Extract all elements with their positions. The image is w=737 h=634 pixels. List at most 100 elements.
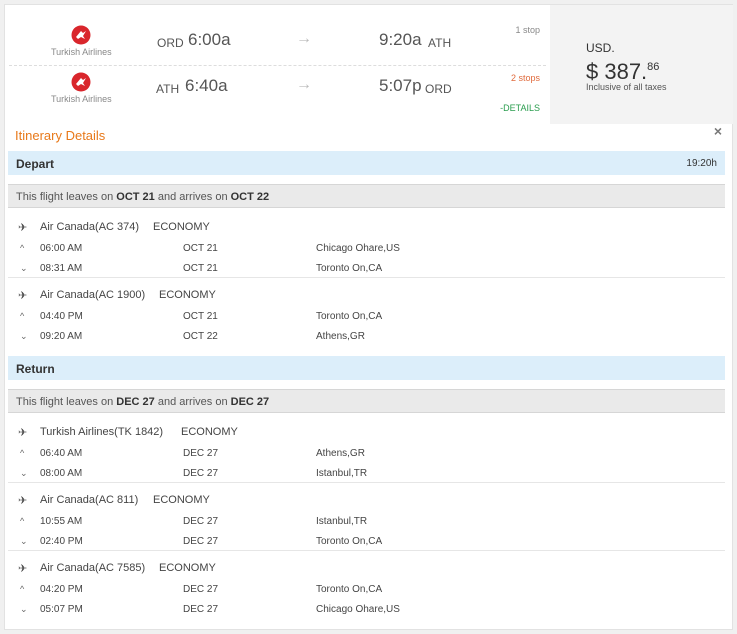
return-leaves-info: This flight leaves on DEC 27 and arrives… xyxy=(8,389,725,413)
segment-arrival-row: ⌄ 08:00 AM DEC 27 Istanbul,TR xyxy=(8,468,725,482)
dep-date: OCT 21 xyxy=(183,311,218,322)
caret-up-icon: ^ xyxy=(20,516,25,526)
dep-time: 04:20 PM xyxy=(40,584,83,595)
segment-carrier: Air Canada(AC 374) xyxy=(40,221,140,233)
leaves-date: OCT 21 xyxy=(116,191,155,203)
arr-city: Istanbul,TR xyxy=(316,468,368,479)
arr-date: OCT 22 xyxy=(183,331,218,342)
arr-city: Athens,GR xyxy=(316,331,365,342)
segment-carrier: Air Canada(AC 7585) xyxy=(40,562,146,574)
arrives-mid: and arrives on xyxy=(154,396,231,408)
section-label: Depart xyxy=(16,157,55,171)
dep-city: Chicago Ohare,US xyxy=(316,243,400,254)
stops-count: 2 stops xyxy=(510,73,540,83)
flight-result-card: Turkish Airlines ORD 6:00a → 9:20a ATH 1… xyxy=(4,4,733,630)
price-box: USD. $ 387.86 Inclusive of all taxes xyxy=(550,5,733,124)
itinerary-title: Itinerary Details xyxy=(15,128,106,143)
plane-icon: ✈ xyxy=(18,563,28,575)
segment-arrival-row: ⌄ 08:31 AM OCT 21 Toronto On,CA xyxy=(8,263,725,277)
plane-icon: ✈ xyxy=(18,427,28,439)
price-currency: USD. xyxy=(586,41,615,55)
segment-departure-row: ^ 06:40 AM DEC 27 Athens,GR xyxy=(8,448,725,462)
arrival-time: 9:20a xyxy=(379,30,422,49)
arr-time: 08:31 AM xyxy=(40,263,83,274)
segment-carrier: Air Canada(AC 1900) xyxy=(40,289,146,301)
airline-name: Turkish Airlines xyxy=(51,94,112,104)
dep-city: Toronto On,CA xyxy=(316,584,383,595)
segment-departure-row: ^ 04:40 PM OCT 21 Toronto On,CA xyxy=(8,311,725,325)
caret-up-icon: ^ xyxy=(20,448,25,458)
flight-segment: ✈ Air Canada(AC 7585) ECONOMY ^ 04:20 PM… xyxy=(8,550,725,618)
caret-down-icon: ⌄ xyxy=(20,536,28,546)
plane-icon: ✈ xyxy=(18,495,28,507)
arr-time: 05:07 PM xyxy=(40,604,83,615)
origin-code: ATH xyxy=(156,82,180,96)
segment-arrival-row: ⌄ 02:40 PM DEC 27 Toronto On,CA xyxy=(8,536,725,550)
leaves-prefix: This flight leaves on xyxy=(16,396,117,408)
close-icon[interactable]: × xyxy=(714,123,722,139)
caret-up-icon: ^ xyxy=(20,584,25,594)
section-label: Return xyxy=(16,362,55,376)
segment-departure-row: ^ 06:00 AM OCT 21 Chicago Ohare,US xyxy=(8,243,725,257)
flight-segment: ✈ Turkish Airlines(TK 1842) ECONOMY ^ 06… xyxy=(8,415,725,483)
caret-down-icon: ⌄ xyxy=(20,468,28,478)
flight-segment: ✈ Air Canada(AC 811) ECONOMY ^ 10:55 AM … xyxy=(8,482,725,550)
origin-code: ORD xyxy=(157,36,184,50)
arrow-right-icon: → xyxy=(296,30,312,47)
caret-down-icon: ⌄ xyxy=(20,331,28,341)
flight-segment: ✈ Air Canada(AC 1900) ECONOMY ^ 04:40 PM… xyxy=(8,277,725,345)
inbound-leg: Turkish Airlines ATH 6:40a → 5:07p ORD 2… xyxy=(9,65,546,113)
dep-city: Toronto On,CA xyxy=(316,311,383,322)
segment-cabin: ECONOMY xyxy=(153,221,210,233)
segment-cabin: ECONOMY xyxy=(181,426,238,438)
caret-down-icon: ⌄ xyxy=(20,263,28,273)
segment-carrier: Air Canada(AC 811) xyxy=(40,494,139,506)
airline-logo: Turkish Airlines xyxy=(51,72,112,104)
departure-time: 6:00a xyxy=(188,30,231,49)
price-note: Inclusive of all taxes xyxy=(586,82,667,92)
caret-up-icon: ^ xyxy=(20,243,25,253)
arrives-date: DEC 27 xyxy=(230,396,270,408)
price-main: $ 387. xyxy=(586,59,648,84)
segment-arrival-row: ⌄ 09:20 AM OCT 22 Athens,GR xyxy=(8,331,725,345)
depart-leaves-info: This flight leaves on OCT 21 and arrives… xyxy=(8,184,725,208)
depart-section-header: Depart 19:20h xyxy=(8,151,725,175)
plane-icon: ✈ xyxy=(18,290,28,302)
outbound-leg: Turkish Airlines ORD 6:00a → 9:20a ATH 1… xyxy=(9,19,546,65)
dep-city: Istanbul,TR xyxy=(316,516,368,527)
caret-down-icon: ⌄ xyxy=(20,604,28,614)
arr-city: Toronto On,CA xyxy=(316,263,383,274)
dep-date: OCT 21 xyxy=(183,243,218,254)
segment-cabin: ECONOMY xyxy=(153,494,210,506)
arr-time: 02:40 PM xyxy=(40,536,83,547)
dep-date: DEC 27 xyxy=(183,516,219,527)
dep-date: DEC 27 xyxy=(183,584,219,595)
arr-city: Chicago Ohare,US xyxy=(316,604,400,615)
dep-time: 06:40 AM xyxy=(40,448,83,459)
arr-date: DEC 27 xyxy=(183,604,219,615)
airline-name: Turkish Airlines xyxy=(51,47,112,57)
airline-logo: Turkish Airlines xyxy=(51,25,112,57)
segment-cabin: ECONOMY xyxy=(159,562,216,574)
destination-code: ATH xyxy=(428,36,452,50)
dep-time: 10:55 AM xyxy=(40,516,83,527)
arrow-right-icon: → xyxy=(296,76,312,93)
departure-time: 6:40a xyxy=(185,76,228,95)
arr-time: 08:00 AM xyxy=(40,468,83,479)
dep-time: 06:00 AM xyxy=(40,243,83,254)
caret-up-icon: ^ xyxy=(20,311,25,321)
price-cents: 86 xyxy=(647,61,660,73)
details-link[interactable]: -DETAILS xyxy=(500,103,540,113)
turkish-airlines-logo-icon xyxy=(71,72,91,92)
arrival-time: 5:07p xyxy=(379,76,422,95)
segment-carrier: Turkish Airlines(TK 1842) xyxy=(40,426,164,438)
segment-cabin: ECONOMY xyxy=(159,289,216,301)
segment-arrival-row: ⌄ 05:07 PM DEC 27 Chicago Ohare,US xyxy=(8,604,725,618)
stops-count: 1 stop xyxy=(515,25,540,35)
leaves-prefix: This flight leaves on xyxy=(16,191,117,203)
arr-date: DEC 27 xyxy=(183,536,219,547)
dep-city: Athens,GR xyxy=(316,448,365,459)
turkish-airlines-logo-icon xyxy=(71,25,91,45)
flight-summary: Turkish Airlines ORD 6:00a → 9:20a ATH 1… xyxy=(9,5,546,120)
return-section-header: Return xyxy=(8,356,725,380)
